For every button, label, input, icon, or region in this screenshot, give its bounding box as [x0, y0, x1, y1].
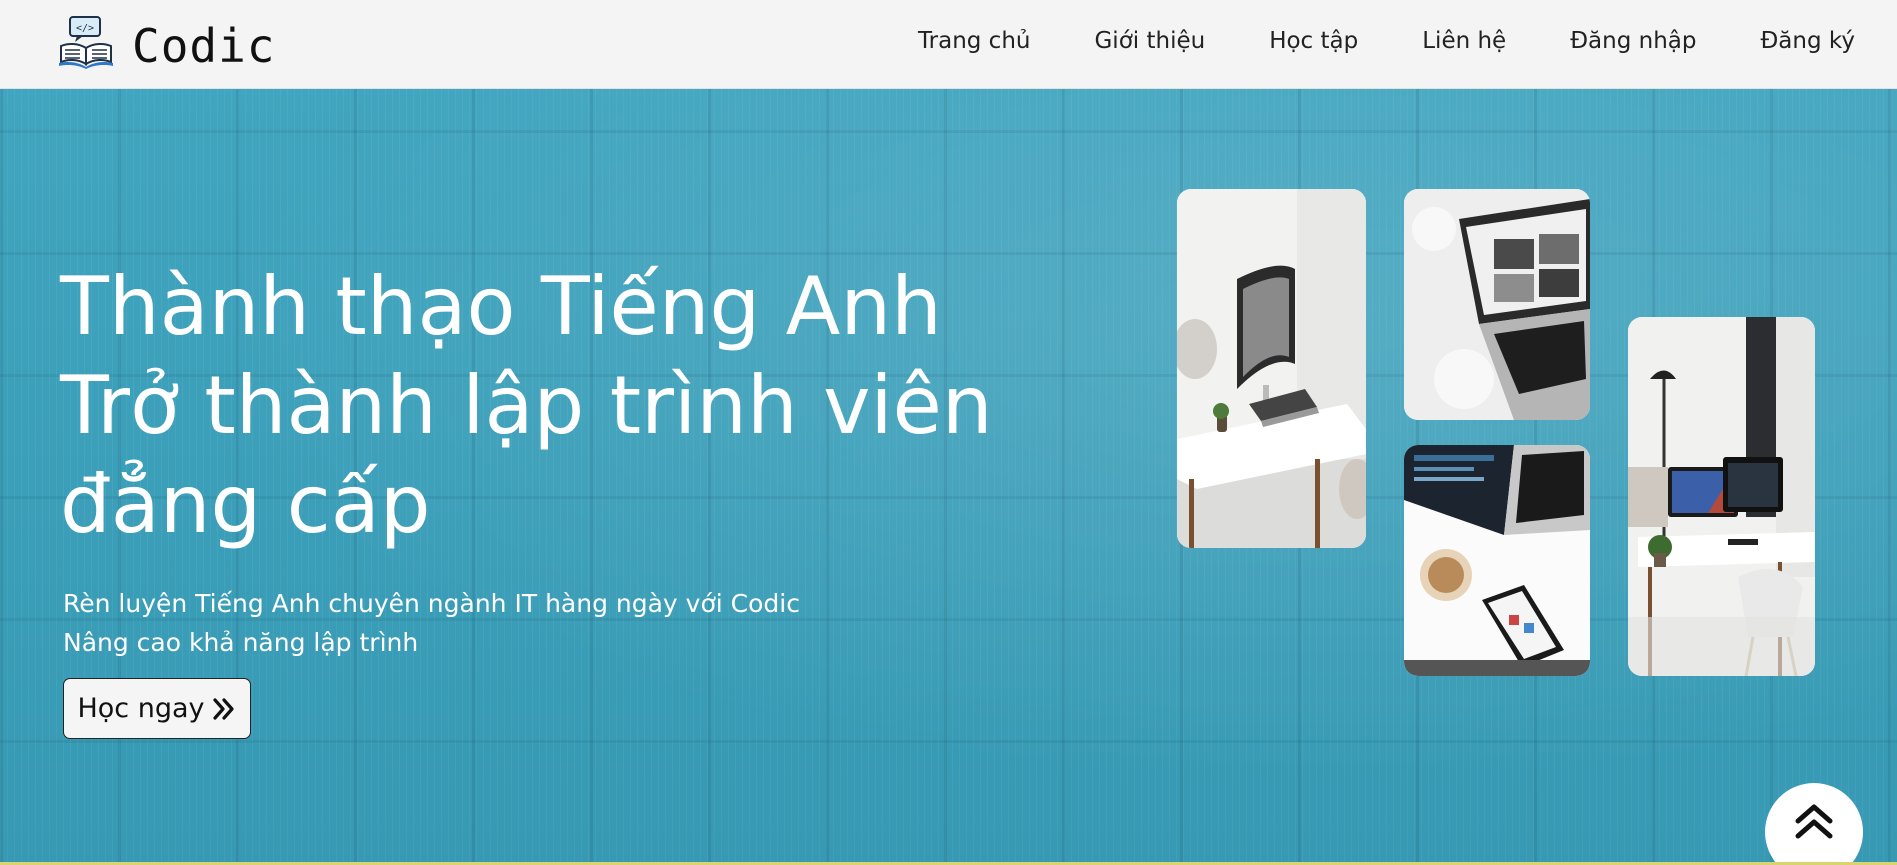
- laptop-on-rug-photo: [1404, 189, 1590, 420]
- desk-monitors-chair-photo: [1628, 317, 1815, 676]
- double-chevron-right-icon: [212, 697, 234, 720]
- main-nav: Trang chủ Giới thiệu Học tập Liên hệ Đăn…: [854, 28, 1855, 54]
- hero-headline: Thành thạo Tiếng Anh Trở thành lập trình…: [60, 257, 993, 554]
- nav-home[interactable]: Trang chủ: [918, 28, 1031, 54]
- subtext-line-1: Rèn luyện Tiếng Anh chuyên ngành IT hàng…: [63, 589, 800, 618]
- nav-about[interactable]: Giới thiệu: [1094, 28, 1205, 54]
- laptop-coffee-phone-photo: [1404, 445, 1590, 676]
- code-book-icon: </>: [59, 16, 113, 69]
- double-chevron-up-icon: [1795, 804, 1833, 839]
- headline-line-1: Thành thạo Tiếng Anh: [60, 260, 942, 353]
- hero-section: Thành thạo Tiếng Anh Trở thành lập trình…: [0, 89, 1897, 865]
- nav-register[interactable]: Đăng ký: [1760, 28, 1855, 54]
- nav-contact[interactable]: Liên hệ: [1422, 28, 1506, 54]
- headline-line-3: đẳng cấp: [60, 458, 431, 551]
- back-to-top-button[interactable]: [1765, 783, 1863, 865]
- desk-monitor-photo: [1177, 189, 1366, 548]
- start-learning-button[interactable]: Học ngay: [63, 678, 251, 739]
- site-header: </> Codic Trang chủ Giới thiệu Học tập L…: [0, 0, 1897, 89]
- start-learning-label: Học ngay: [77, 693, 205, 724]
- nav-learn[interactable]: Học tập: [1269, 28, 1358, 54]
- subtext-line-2: Nâng cao khả năng lập trình: [63, 628, 419, 657]
- svg-text:</>: </>: [76, 23, 94, 34]
- hero-subtext: Rèn luyện Tiếng Anh chuyên ngành IT hàng…: [63, 584, 800, 662]
- headline-line-2: Trở thành lập trình viên: [60, 359, 993, 452]
- brand-logo[interactable]: </> Codic: [58, 12, 275, 72]
- brand-name: Codic: [132, 19, 276, 73]
- nav-login[interactable]: Đăng nhập: [1570, 28, 1696, 54]
